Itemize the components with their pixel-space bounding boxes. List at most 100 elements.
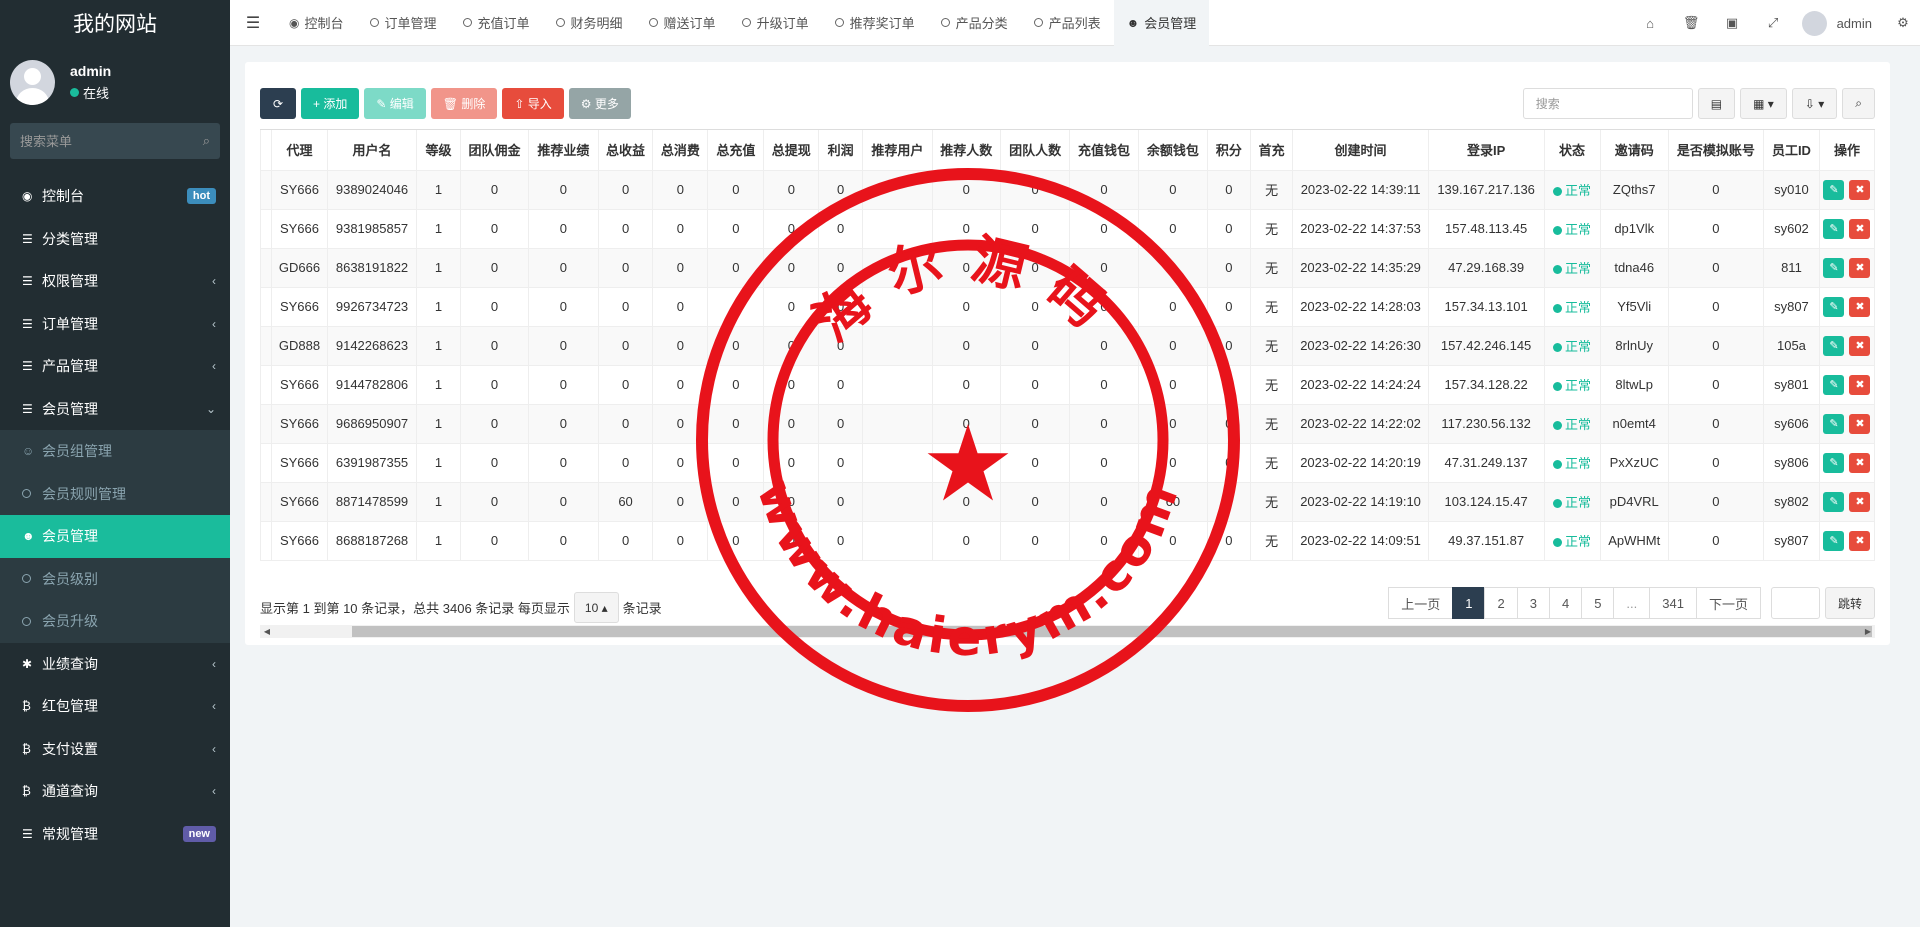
page-button[interactable]: 341 — [1649, 587, 1697, 619]
nav-tab-2[interactable]: 订单管理 — [357, 0, 450, 46]
nav-tab-1[interactable]: ◉ 控制台 — [276, 0, 357, 46]
nav-tab-6[interactable]: 升级订单 — [729, 0, 822, 46]
row-delete-button[interactable]: ✖ — [1849, 257, 1871, 278]
column-header[interactable]: 余额钱包 — [1137, 130, 1209, 171]
sidebar-item-3[interactable]: ₿ 支付设置 ‹ — [0, 728, 230, 771]
app-title[interactable]: 我的网站 — [0, 0, 230, 46]
table-horizontal-scrollbar[interactable]: ◀ ▶ — [260, 625, 1875, 638]
column-header[interactable]: 总收益 — [597, 130, 654, 171]
page-button[interactable]: 4 — [1548, 587, 1583, 619]
fullscreen-icon[interactable]: ⤢ — [1753, 15, 1794, 31]
submenu-item-1[interactable]: ☺ 会员组管理 — [0, 430, 230, 473]
column-header[interactable]: 登录IP — [1427, 130, 1545, 171]
column-header[interactable]: 推荐人数 — [931, 130, 1001, 171]
row-edit-button[interactable]: ✎ — [1823, 296, 1845, 317]
translate-icon[interactable]: ▣ — [1712, 15, 1753, 31]
page-button[interactable]: 3 — [1516, 587, 1550, 619]
menu-toggle-icon[interactable]: ☰ — [230, 13, 276, 33]
jump-page-input[interactable] — [1770, 587, 1820, 619]
jump-button[interactable]: 跳转 — [1824, 587, 1875, 619]
sidebar-item-2[interactable]: ₿ 红包管理 ‹ — [0, 685, 230, 728]
delete-button[interactable]: 🗑 删除 — [430, 88, 498, 119]
nav-tab-3[interactable]: 充值订单 — [450, 0, 543, 46]
row-delete-button[interactable]: ✖ — [1849, 530, 1871, 551]
column-header[interactable]: 总提现 — [763, 130, 820, 171]
scroll-left-icon[interactable]: ◀ — [260, 625, 274, 638]
row-delete-button[interactable]: ✖ — [1849, 491, 1871, 512]
page-button[interactable]: 5 — [1581, 587, 1615, 619]
row-delete-button[interactable]: ✖ — [1849, 452, 1871, 473]
row-delete-button[interactable]: ✖ — [1849, 335, 1871, 356]
add-button[interactable]: + 添加 — [301, 88, 360, 119]
next-page-button[interactable]: 下一页 — [1695, 587, 1761, 619]
nav-tab-7[interactable]: 推荐奖订单 — [822, 0, 928, 46]
column-header[interactable]: 推荐业绩 — [528, 130, 599, 171]
columns-button[interactable]: ▦ ▾ — [1740, 88, 1787, 119]
search-icon[interactable]: ⌕ — [203, 133, 210, 149]
toggle-view-button[interactable]: ▤ — [1697, 88, 1736, 119]
sidebar-item-4[interactable]: ☰ 订单管理 ‹ — [0, 303, 230, 346]
row-edit-button[interactable]: ✎ — [1823, 413, 1845, 434]
column-header[interactable]: 邀请码 — [1599, 130, 1669, 171]
column-header[interactable]: 首充 — [1249, 130, 1294, 171]
column-header[interactable]: 是否模拟账号 — [1667, 130, 1764, 171]
advanced-search-button[interactable]: ⌕ — [1842, 88, 1875, 119]
sidebar-item-5[interactable]: ☰ 产品管理 ‹ — [0, 345, 230, 388]
row-edit-button[interactable]: ✎ — [1823, 257, 1845, 278]
column-header[interactable]: 利润 — [818, 130, 864, 171]
page-button[interactable]: 1 — [1452, 587, 1486, 619]
table-search-input[interactable] — [1522, 88, 1693, 119]
menu-search-input[interactable] — [20, 133, 203, 149]
row-edit-button[interactable]: ✎ — [1823, 452, 1845, 473]
column-header[interactable]: 等级 — [416, 130, 461, 171]
column-header[interactable]: 总消费 — [652, 130, 709, 171]
submenu-item-5[interactable]: 会员升级 — [0, 600, 230, 643]
nav-tab-8[interactable]: 产品分类 — [928, 0, 1021, 46]
row-edit-button[interactable]: ✎ — [1823, 374, 1845, 395]
sidebar-item-2[interactable]: ☰ 分类管理 — [0, 218, 230, 261]
nav-tab-4[interactable]: 财务明细 — [543, 0, 636, 46]
row-delete-button[interactable]: ✖ — [1849, 296, 1871, 317]
page-button[interactable]: 2 — [1484, 587, 1518, 619]
column-header[interactable]: 推荐用户 — [862, 130, 933, 171]
column-header[interactable]: 操作 — [1818, 130, 1875, 171]
sidebar-item-4[interactable]: ₿ 通道查询 ‹ — [0, 770, 230, 813]
home-icon[interactable]: ⌂ — [1630, 16, 1671, 31]
more-button[interactable]: ⚙ 更多 — [568, 88, 631, 119]
refresh-button[interactable]: ⟳ — [260, 88, 296, 119]
prev-page-button[interactable]: 上一页 — [1388, 587, 1454, 619]
column-header[interactable]: 团队佣金 — [459, 130, 530, 171]
submenu-item-4[interactable]: 会员级别 — [0, 558, 230, 601]
settings-icon[interactable]: ⚙ — [1886, 15, 1920, 31]
sidebar-item-1[interactable]: ✱ 业绩查询 ‹ — [0, 643, 230, 686]
sidebar-item-5[interactable]: ☰ 常规管理 new — [0, 813, 230, 856]
column-header[interactable]: 状态 — [1543, 130, 1601, 171]
export-button[interactable]: ⇩ ▾ — [1791, 88, 1838, 119]
column-header[interactable]: 团队人数 — [999, 130, 1071, 171]
sidebar-item-6[interactable]: ☰ 会员管理 ⌄ — [0, 388, 230, 431]
column-header[interactable]: 用户名 — [327, 130, 418, 171]
nav-tab-10[interactable]: ☻ 会员管理 — [1113, 0, 1210, 46]
column-header[interactable]: 创建时间 — [1292, 130, 1429, 171]
column-header[interactable]: 代理 — [270, 130, 329, 171]
row-delete-button[interactable]: ✖ — [1849, 374, 1871, 395]
page-size-select[interactable]: 10 ▴ — [573, 592, 619, 623]
column-header[interactable]: 充值钱包 — [1069, 130, 1139, 171]
row-delete-button[interactable]: ✖ — [1849, 179, 1871, 200]
scrollbar-thumb[interactable] — [352, 626, 1872, 637]
row-edit-button[interactable]: ✎ — [1823, 218, 1845, 239]
column-header[interactable]: 积分 — [1207, 130, 1251, 171]
row-edit-button[interactable]: ✎ — [1823, 491, 1845, 512]
edit-button[interactable]: ✎ 编辑 — [364, 88, 426, 119]
scroll-right-icon[interactable]: ▶ — [1861, 625, 1875, 638]
sidebar-item-3[interactable]: ☰ 权限管理 ‹ — [0, 260, 230, 303]
row-delete-button[interactable]: ✖ — [1849, 218, 1871, 239]
row-edit-button[interactable]: ✎ — [1823, 530, 1845, 551]
nav-tab-9[interactable]: 产品列表 — [1021, 0, 1114, 46]
row-delete-button[interactable]: ✖ — [1849, 413, 1871, 434]
nav-user-menu[interactable]: admin — [1794, 10, 1886, 36]
nav-tab-5[interactable]: 赠送订单 — [636, 0, 729, 46]
column-header[interactable]: 总充值 — [707, 130, 765, 171]
import-button[interactable]: ⇧ 导入 — [502, 88, 564, 119]
row-edit-button[interactable]: ✎ — [1823, 335, 1845, 356]
